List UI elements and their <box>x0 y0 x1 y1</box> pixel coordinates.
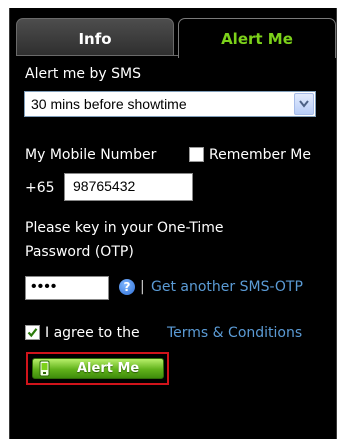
terms-conditions-link[interactable]: Terms & Conditions <box>167 325 302 341</box>
alert-me-button-label: Alert Me <box>77 361 140 376</box>
remember-me-checkbox[interactable] <box>189 147 204 162</box>
agree-terms-checkbox[interactable] <box>25 325 40 340</box>
otp-instruction-line2: Password (OTP) <box>25 244 134 260</box>
otp-input[interactable]: •••• <box>25 276 109 300</box>
sms-label: Alert me by SMS <box>25 66 141 82</box>
get-another-otp-link[interactable]: Get another SMS-OTP <box>151 279 303 295</box>
sms-timing-value: 30 mins before showtime <box>31 96 187 112</box>
tab-divider <box>16 55 178 56</box>
mobile-number-label: My Mobile Number <box>25 147 157 163</box>
check-icon <box>27 328 38 338</box>
dropdown-button[interactable] <box>294 93 314 115</box>
mobile-number-value: 98765432 <box>73 178 136 194</box>
agree-text: I agree to the <box>45 325 140 341</box>
mobile-phone-icon <box>39 360 50 377</box>
tab-info[interactable]: Info <box>16 18 174 56</box>
remember-me-label: Remember Me <box>209 147 311 163</box>
otp-instruction-line1: Please key in your One-Time <box>25 220 224 236</box>
sms-timing-select[interactable]: 30 mins before showtime <box>24 91 316 117</box>
tab-alert-me[interactable]: Alert Me <box>178 18 336 58</box>
otp-separator: | <box>140 279 145 295</box>
alert-me-button[interactable]: Alert Me <box>32 358 164 379</box>
otp-value: •••• <box>31 278 58 295</box>
mobile-number-input[interactable]: 98765432 <box>64 173 193 201</box>
help-icon[interactable]: ? <box>119 279 135 295</box>
country-code: +65 <box>25 180 55 196</box>
chevron-down-icon <box>299 100 309 108</box>
